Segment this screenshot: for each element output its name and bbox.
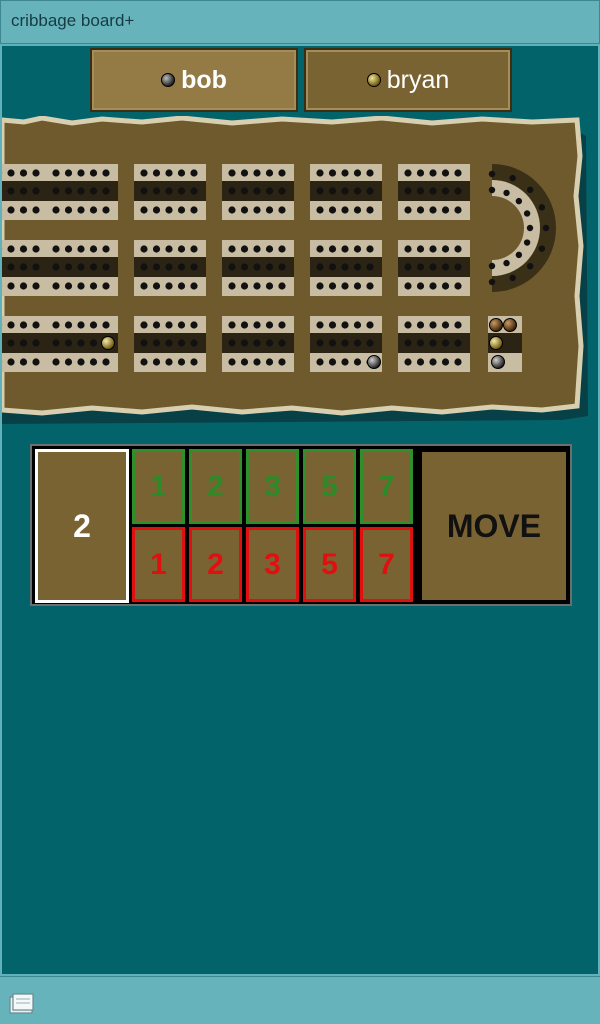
hole-block: [2, 240, 48, 296]
cribbage-board[interactable]: [2, 116, 590, 428]
move-count-display: 2: [35, 449, 129, 603]
hole-block: [222, 240, 294, 296]
red-button-7[interactable]: 7: [360, 527, 413, 602]
hole-block: [222, 316, 294, 372]
hole-block: [398, 240, 470, 296]
bottom-bar: [0, 976, 600, 1024]
red-button-2[interactable]: 2: [189, 527, 242, 602]
gold-peg-icon[interactable]: [101, 336, 115, 350]
hole-block: [398, 316, 470, 372]
green-button-1[interactable]: 1: [132, 449, 185, 524]
player-tabs: bob bryan: [90, 48, 512, 112]
green-button-3[interactable]: 3: [246, 449, 299, 524]
gold-peg-icon[interactable]: [489, 336, 503, 350]
board-graphic: [2, 116, 588, 424]
tab-player-bob[interactable]: bob: [90, 48, 298, 112]
tab-label-bryan: bryan: [386, 65, 450, 94]
score-pad: 2 1 2 3 5 7 1 2 3 5 7 MOVE: [30, 444, 572, 606]
files-icon[interactable]: [8, 991, 36, 1015]
green-button-5[interactable]: 5: [303, 449, 356, 524]
hole-block: [134, 164, 206, 220]
hole-block: [2, 316, 48, 372]
red-button-1[interactable]: 1: [132, 527, 185, 602]
brown-peg-icon[interactable]: [489, 318, 503, 332]
main-area: bob bryan 2 1 2 3 5 7 1 2 3 5 7 MOVE: [2, 46, 598, 974]
green-number-row: 1 2 3 5 7: [132, 449, 413, 524]
hole-block: [222, 164, 294, 220]
window-title: cribbage board+: [11, 11, 135, 30]
hole-block: [46, 240, 118, 296]
title-bar: cribbage board+: [0, 0, 600, 44]
red-button-3[interactable]: 3: [246, 527, 299, 602]
hole-block: [134, 316, 206, 372]
green-button-7[interactable]: 7: [360, 449, 413, 524]
hole-block: [46, 164, 118, 220]
tab-label-bob: bob: [181, 65, 227, 94]
move-button[interactable]: MOVE: [419, 449, 569, 603]
gold-peg-icon: [366, 73, 381, 87]
gray-peg-icon: [161, 73, 176, 87]
gray-peg-icon[interactable]: [491, 355, 505, 369]
red-number-row: 1 2 3 5 7: [132, 527, 413, 602]
hole-block: [134, 240, 206, 296]
hole-block: [2, 164, 48, 220]
gray-peg-icon[interactable]: [367, 355, 381, 369]
brown-peg-icon[interactable]: [503, 318, 517, 332]
hole-block: [310, 240, 382, 296]
hole-block: [310, 164, 382, 220]
hole-block: [398, 164, 470, 220]
green-button-2[interactable]: 2: [189, 449, 242, 524]
red-button-5[interactable]: 5: [303, 527, 356, 602]
tab-player-bryan[interactable]: bryan: [304, 48, 512, 112]
